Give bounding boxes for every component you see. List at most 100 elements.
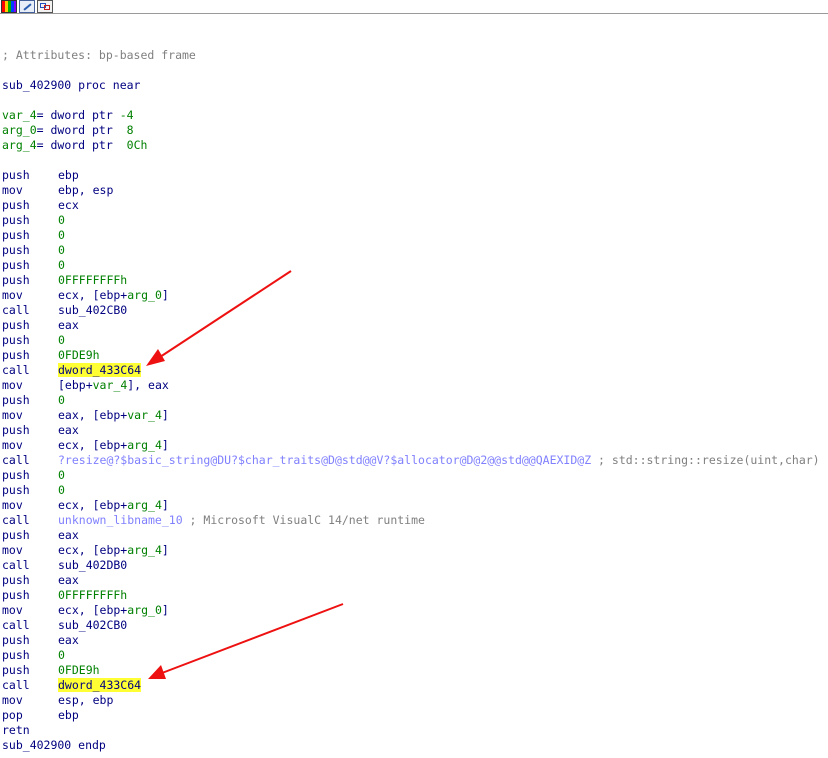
mnemonic: mov — [2, 603, 23, 617]
annotation-arrow-head — [146, 349, 165, 366]
mnemonic: push — [2, 333, 30, 347]
attributes-comment: ; Attributes: bp-based frame — [2, 48, 196, 62]
local-var-decl[interactable]: var_4= dword ptr -4 — [2, 108, 134, 123]
mnemonic: mov — [2, 438, 23, 452]
operands: 0FFFFFFFFh — [58, 588, 127, 603]
proc-start-line[interactable]: sub_402900 proc near — [2, 78, 140, 93]
operand-text: ] — [161, 438, 169, 452]
operand-text: ecx, [ebp+ — [58, 288, 128, 302]
stack-variable-ref[interactable]: arg_4 — [127, 543, 162, 557]
operands: 0 — [58, 648, 65, 663]
mnemonic: mov — [2, 498, 23, 512]
operand-text: eax, [ebp+ — [58, 408, 128, 422]
mnemonic: push — [2, 468, 30, 482]
stack-variable-ref[interactable]: arg_0 — [127, 603, 162, 617]
stack-variable-ref[interactable]: arg_0 — [127, 288, 162, 302]
mnemonic: call — [2, 513, 30, 527]
stack-variable-ref[interactable]: arg_4 — [127, 438, 162, 452]
mnemonic: push — [2, 528, 30, 542]
mnemonic: push — [2, 228, 30, 242]
operands: 0 — [58, 243, 65, 258]
numeric-constant: 0 — [58, 333, 65, 347]
operands: eax — [58, 528, 79, 543]
operand-text: ebp — [58, 168, 79, 182]
operand-text: ] — [161, 543, 169, 557]
mnemonic: push — [2, 258, 30, 272]
mnemonic: call — [2, 558, 30, 572]
operand-text: ] — [161, 408, 169, 422]
mnemonic: call — [2, 363, 30, 377]
mnemonic: push — [2, 273, 30, 287]
operands: 0 — [58, 483, 65, 498]
flowchart-icon[interactable] — [37, 0, 53, 13]
mnemonic: call — [2, 303, 30, 317]
mnemonic: push — [2, 393, 30, 407]
operand-text: eax — [58, 318, 79, 332]
operand-text: ebp, esp — [58, 183, 114, 197]
operands: ecx — [58, 198, 79, 213]
operands: ecx, [ebp+arg_4] — [58, 543, 169, 558]
annotation-arrow-head — [148, 665, 166, 679]
stack-variable-ref[interactable]: var_4 — [127, 408, 162, 422]
operands: 0FDE9h — [58, 348, 100, 363]
numeric-constant: 0 — [58, 243, 65, 257]
numeric-constant: 0 — [58, 213, 65, 227]
mnemonic: mov — [2, 288, 23, 302]
operand-text: sub_402CB0 — [58, 303, 128, 317]
operand-text: sub_402CB0 — [58, 618, 128, 632]
operands: ebp — [58, 708, 79, 723]
operands: ecx, [ebp+arg_4] — [58, 438, 169, 453]
highlighted-symbol[interactable]: dword_433C64 — [58, 363, 142, 377]
operand-text: ecx, [ebp+ — [58, 498, 128, 512]
numeric-constant: 0 — [58, 228, 65, 242]
operands: ecx, [ebp+arg_0] — [58, 288, 169, 303]
operands: ebp — [58, 168, 79, 183]
library-function-ref[interactable]: ?resize@?$basic_string@DU?$char_traits@D… — [58, 453, 591, 467]
operand-text: sub_402DB0 — [58, 558, 128, 572]
operands: 0 — [58, 213, 65, 228]
library-function-ref[interactable]: unknown_libname_10 — [58, 513, 183, 527]
operands: 0FDE9h — [58, 663, 100, 678]
operands: eax — [58, 318, 79, 333]
operands: eax — [58, 573, 79, 588]
operands: sub_402CB0 — [58, 618, 127, 633]
operands: ebp, esp — [58, 183, 113, 198]
numeric-constant: 0FFFFFFFFh — [58, 588, 128, 602]
mnemonic: push — [2, 423, 30, 437]
mnemonic: mov — [2, 408, 23, 422]
mnemonic: retn — [2, 723, 30, 737]
operand-text: ebp — [58, 708, 79, 722]
numeric-constant: 0 — [58, 468, 65, 482]
operands: eax, [ebp+var_4] — [58, 408, 169, 423]
numeric-constant: 0 — [58, 483, 65, 497]
local-var-decl[interactable]: arg_0= dword ptr 8 — [2, 123, 134, 138]
proc-end-line[interactable]: sub_402900 endp — [2, 738, 106, 753]
highlighted-symbol[interactable]: dword_433C64 — [58, 678, 142, 692]
operand-text: ] — [161, 603, 169, 617]
edit-icon[interactable] — [19, 0, 35, 13]
numeric-constant: 0FDE9h — [58, 348, 100, 362]
operands: sub_402DB0 — [58, 558, 127, 573]
stack-variable-ref[interactable]: var_4 — [93, 378, 128, 392]
operands: esp, ebp — [58, 693, 113, 708]
mnemonic: push — [2, 168, 30, 182]
operands: ecx, [ebp+arg_4] — [58, 498, 169, 513]
operand-text: ] — [161, 498, 169, 512]
operands: eax — [58, 633, 79, 648]
operands: 0 — [58, 393, 65, 408]
mnemonic: push — [2, 648, 30, 662]
mnemonic: mov — [2, 543, 23, 557]
operands: ?resize@?$basic_string@DU?$char_traits@D… — [58, 453, 820, 468]
annotation-arrow — [159, 270, 292, 358]
operand-text: ecx, [ebp+ — [58, 603, 128, 617]
mnemonic: mov — [2, 378, 23, 392]
operand-text: eax — [58, 528, 79, 542]
local-var-decl[interactable]: arg_4= dword ptr 0Ch — [2, 138, 147, 153]
mnemonic: push — [2, 243, 30, 257]
stack-variable-ref[interactable]: arg_4 — [127, 498, 162, 512]
inline-comment: ; std::string::resize(uint,char) — [591, 453, 820, 467]
numeric-constant: 0FDE9h — [58, 663, 100, 677]
operand-text: ecx, [ebp+ — [58, 438, 128, 452]
graph-view-icon[interactable] — [1, 0, 17, 13]
operand-text: ecx, [ebp+ — [58, 543, 128, 557]
